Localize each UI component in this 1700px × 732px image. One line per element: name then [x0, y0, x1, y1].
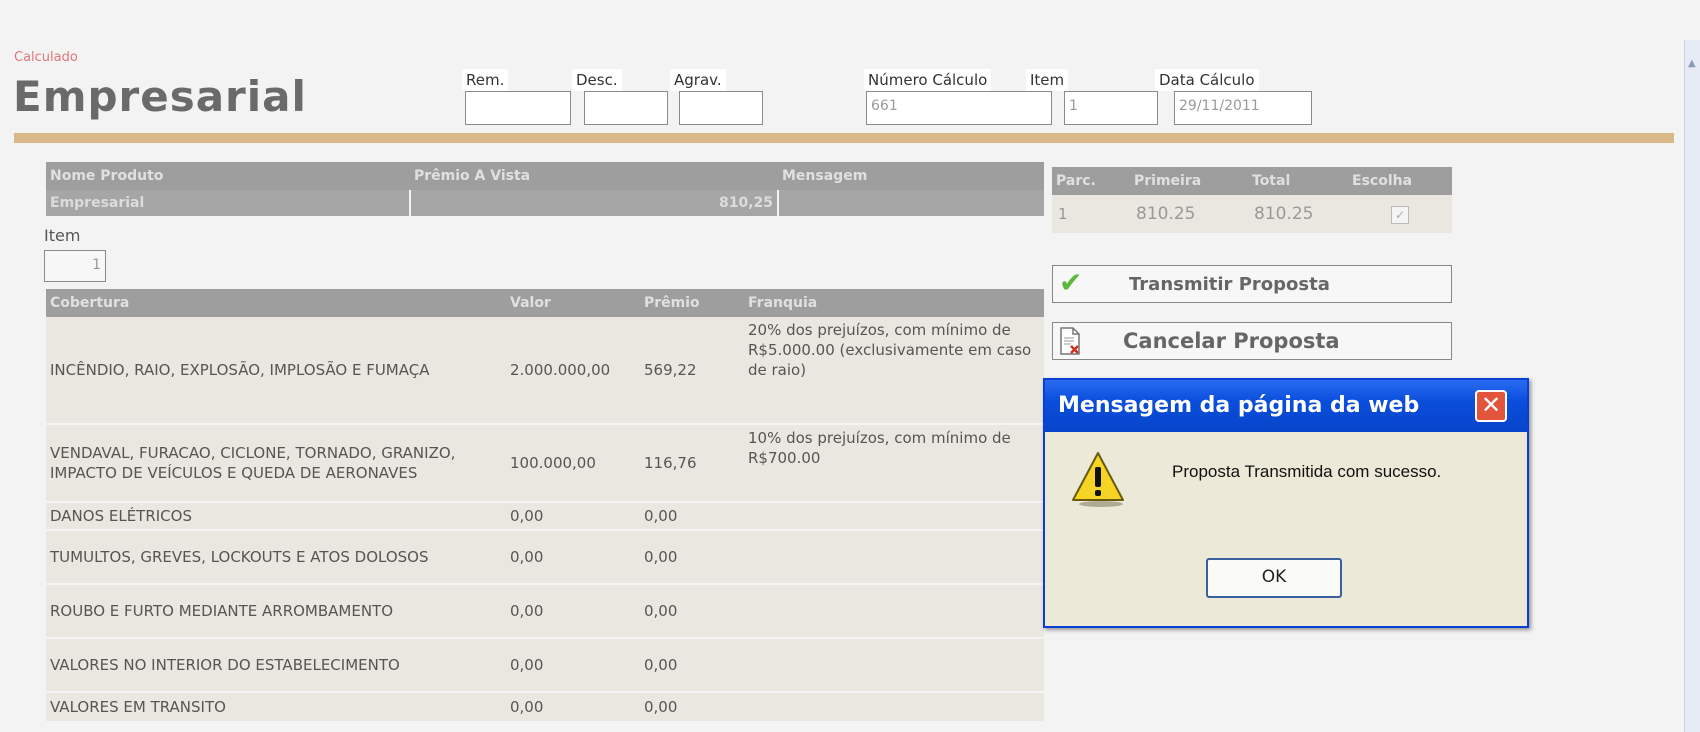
- close-icon: ✕: [1480, 391, 1502, 419]
- table-row: TUMULTOS, GREVES, LOCKOUTS E ATOS DOLOSO…: [46, 530, 1044, 585]
- scroll-up-icon[interactable]: ▲: [1688, 58, 1696, 69]
- vertical-scrollbar[interactable]: ▲: [1684, 40, 1700, 732]
- col-cobertura: Cobertura: [46, 289, 506, 317]
- row-cobertura: VENDAVAL, FURACAO, CICLONE, TORNADO, GRA…: [46, 424, 506, 503]
- row-valor: 0,00: [506, 584, 640, 639]
- row-valor: 0,00: [506, 638, 640, 693]
- row-premio: 0,00: [640, 638, 744, 693]
- item-header-label: Item: [1026, 69, 1069, 91]
- rem-label: Rem.: [462, 69, 509, 91]
- col-franquia: Franquia: [744, 289, 1044, 317]
- check-icon: ✔: [1059, 266, 1083, 299]
- item-field[interactable]: 1: [44, 250, 106, 282]
- product-message: [778, 190, 1044, 216]
- table-row: ROUBO E FURTO MEDIANTE ARROMBAMENTO 0,00…: [46, 584, 1044, 639]
- close-button[interactable]: ✕: [1475, 390, 1507, 422]
- calc-date-label: Data Cálculo: [1155, 69, 1259, 91]
- calc-date-field[interactable]: 29/11/2011: [1174, 91, 1312, 125]
- row-franquia: [744, 530, 1044, 585]
- row-premio: 569,22: [640, 317, 744, 425]
- row-premio: 0,00: [640, 530, 744, 585]
- col-parc: Parc.: [1052, 167, 1130, 195]
- dialog-titlebar[interactable]: Mensagem da página da web ✕: [1045, 380, 1527, 432]
- total-value: 810.25: [1248, 195, 1348, 233]
- row-premio: 0,00: [640, 584, 744, 639]
- transmit-proposal-label: Transmitir Proposta: [1129, 274, 1330, 295]
- row-franquia: 20% dos prejuízos, com mínimo de R$5.000…: [744, 317, 1044, 425]
- row-franquia: [744, 502, 1044, 531]
- item-header-field[interactable]: 1: [1064, 91, 1158, 125]
- row-cobertura: VALORES NO INTERIOR DO ESTABELECIMENTO: [46, 638, 506, 693]
- cancel-proposal-label: Cancelar Proposta: [1123, 329, 1340, 353]
- warning-icon: [1071, 450, 1125, 512]
- page-title: Empresarial: [13, 72, 307, 121]
- installments-table: Parc. Primeira Total Escolha 1 810.25 81…: [1052, 167, 1452, 233]
- agrav-field[interactable]: [679, 91, 763, 125]
- table-row: DANOS ELÉTRICOS 0,00 0,00: [46, 502, 1044, 531]
- parc-value: 1: [1052, 195, 1130, 233]
- row-valor: 0,00: [506, 530, 640, 585]
- product-name: Empresarial: [46, 190, 411, 216]
- col-message: Mensagem: [778, 162, 1044, 190]
- transmit-proposal-button[interactable]: ✔ Transmitir Proposta: [1052, 265, 1452, 303]
- col-premium: Prêmio A Vista: [410, 162, 778, 190]
- choice-checkbox[interactable]: ✓: [1391, 205, 1409, 224]
- table-row: VALORES EM TRANSITO 0,00 0,00: [46, 692, 1044, 723]
- header-rule: [14, 133, 1674, 143]
- row-cobertura: TUMULTOS, GREVES, LOCKOUTS E ATOS DOLOSO…: [46, 530, 506, 585]
- product-table: Nome Produto Prêmio A Vista Mensagem Emp…: [46, 162, 1044, 216]
- row-franquia: 10% dos prejuízos, com mínimo de R$700.0…: [744, 424, 1044, 503]
- table-row: VALORES NO INTERIOR DO ESTABELECIMENTO 0…: [46, 638, 1044, 693]
- agrav-label: Agrav.: [670, 69, 726, 91]
- col-total: Total: [1248, 167, 1348, 195]
- col-product-name: Nome Produto: [46, 162, 410, 190]
- row-cobertura: VALORES EM TRANSITO: [46, 692, 506, 723]
- table-row: 1 810.25 810.25 ✓: [1052, 195, 1452, 233]
- table-row: INCÊNDIO, RAIO, EXPLOSÃO, IMPLOSÃO E FUM…: [46, 317, 1044, 425]
- row-premio: 116,76: [640, 424, 744, 503]
- row-premio: 0,00: [640, 502, 744, 531]
- row-franquia: [744, 692, 1044, 723]
- item-label: Item: [44, 226, 81, 245]
- cancel-proposal-button[interactable]: Cancelar Proposta: [1052, 322, 1452, 360]
- row-valor: 2.000.000,00: [506, 317, 640, 425]
- document-cancel-icon: [1059, 327, 1081, 360]
- row-cobertura: INCÊNDIO, RAIO, EXPLOSÃO, IMPLOSÃO E FUM…: [46, 317, 506, 425]
- dialog-message: Proposta Transmitida com sucesso.: [1172, 462, 1442, 481]
- col-valor: Valor: [506, 289, 640, 317]
- col-premio: Prêmio: [640, 289, 744, 317]
- dialog-title: Mensagem da página da web: [1058, 393, 1420, 418]
- escolha-cell: ✓: [1348, 195, 1452, 233]
- calc-number-label: Número Cálculo: [864, 69, 992, 91]
- row-valor: 100.000,00: [506, 424, 640, 503]
- row-franquia: [744, 584, 1044, 639]
- col-escolha: Escolha: [1348, 167, 1452, 195]
- calc-status: Calculado: [14, 50, 78, 65]
- product-premium: 810,25: [410, 190, 779, 216]
- table-row: VENDAVAL, FURACAO, CICLONE, TORNADO, GRA…: [46, 424, 1044, 503]
- ok-button[interactable]: OK: [1206, 558, 1342, 598]
- col-primeira: Primeira: [1130, 167, 1248, 195]
- desc-label: Desc.: [572, 69, 622, 91]
- desc-field[interactable]: [584, 91, 668, 125]
- row-franquia: [744, 638, 1044, 693]
- row-cobertura: DANOS ELÉTRICOS: [46, 502, 506, 531]
- row-premio: 0,00: [640, 692, 744, 723]
- row-cobertura: ROUBO E FURTO MEDIANTE ARROMBAMENTO: [46, 584, 506, 639]
- rem-field[interactable]: [465, 91, 571, 125]
- coverage-table: Cobertura Valor Prêmio Franquia INCÊNDIO…: [46, 289, 1044, 723]
- primeira-value: 810.25: [1130, 195, 1248, 233]
- message-dialog: Mensagem da página da web ✕ Proposta Tra…: [1043, 378, 1529, 628]
- row-valor: 0,00: [506, 502, 640, 531]
- calc-number-field[interactable]: 661: [866, 91, 1052, 125]
- row-valor: 0,00: [506, 692, 640, 723]
